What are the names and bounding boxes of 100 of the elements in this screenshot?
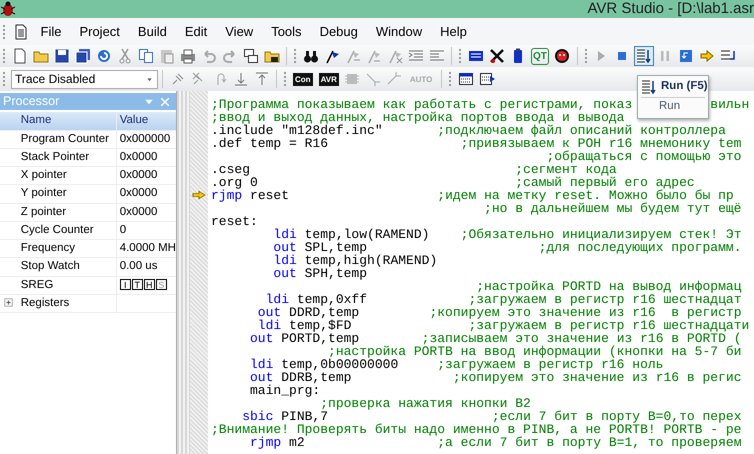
code-text: temp,$FD xyxy=(288,318,352,333)
flag-icon[interactable] xyxy=(324,48,340,64)
comment-text: ;а если 7 бит в порту B=1, то проверяем xyxy=(437,435,742,450)
code-text: SPH,temp xyxy=(304,266,368,281)
step-down-icon[interactable] xyxy=(232,71,248,87)
comment-text: ;для последующих программ. xyxy=(538,240,742,255)
code-text: .include "m128def.inc" xyxy=(211,123,384,138)
code-text: temp,high(RAMEND) xyxy=(304,253,438,268)
run-button[interactable] xyxy=(634,46,654,66)
floppy-icon[interactable] xyxy=(54,48,70,64)
run-icon xyxy=(636,48,652,64)
document-icon[interactable] xyxy=(13,24,29,40)
copy-icon[interactable] xyxy=(138,48,154,64)
comment-text: ;Внимание! Проверять биты надо именно в PINB, а не PORTB! PORTB - ре xyxy=(211,422,742,437)
menu-item[interactable]: File xyxy=(32,18,70,45)
flag-cross-icon[interactable] xyxy=(386,48,402,64)
flag-box[interactable]: H xyxy=(144,278,155,290)
flag-box[interactable]: I xyxy=(120,278,131,290)
memory-window-icon[interactable] xyxy=(458,71,474,87)
memory-step-icon[interactable] xyxy=(478,71,495,87)
flag-arrow-icon[interactable] xyxy=(344,48,360,64)
printer-icon[interactable] xyxy=(180,48,196,64)
keyword: ldi xyxy=(249,357,274,372)
flag-back-icon[interactable] xyxy=(366,48,382,64)
toolbar-button[interactable]: Con xyxy=(293,72,313,86)
menu-item[interactable]: Debug xyxy=(310,18,367,45)
floppies-icon[interactable] xyxy=(74,48,90,64)
refresh-icon[interactable] xyxy=(96,48,112,64)
code-text: temp,low(RAMEND) xyxy=(304,227,430,242)
property-name: Stack Pointer xyxy=(20,150,90,163)
keyword: out xyxy=(249,331,274,346)
panel-title: Processor xyxy=(3,93,60,110)
toolbar-button[interactable]: QT xyxy=(531,48,549,64)
menu-item[interactable]: View xyxy=(216,18,262,45)
comment-text: ;ввод и выход данных, настройка портов ввода и вывода xyxy=(211,110,624,125)
property-name: Y pointer xyxy=(20,187,67,200)
trace-dropdown[interactable]: Trace Disabled xyxy=(11,70,158,88)
menu-item[interactable]: Project xyxy=(70,18,129,45)
keyword: ldi xyxy=(272,253,297,268)
tooltip-text: Run xyxy=(641,97,705,116)
keyword: ldi xyxy=(264,292,290,307)
code-text: PINB,7 xyxy=(280,409,328,424)
code-text: temp,0xff xyxy=(296,292,368,307)
flag-box[interactable]: T xyxy=(132,278,143,290)
keyword: sbic xyxy=(241,409,274,424)
keyword: out xyxy=(256,305,282,320)
comment-text: ;проверка нажатия кнопки B2 xyxy=(319,396,531,411)
menu-item[interactable]: Help xyxy=(431,18,476,45)
window-title: AVR Studio - [D:\lab1.asr xyxy=(588,0,754,18)
code-text: PORTD,temp xyxy=(280,331,360,346)
comment-text: ;если 7 бит в порту B=0,то перех xyxy=(492,409,742,424)
keyword: ldi xyxy=(256,318,282,333)
code-text: .def temp = R16 xyxy=(211,136,330,151)
tooltip-title: Run (F5) xyxy=(661,79,708,94)
clipboard-icon[interactable] xyxy=(158,48,174,64)
bug-icon[interactable] xyxy=(554,48,570,64)
new-file-icon[interactable] xyxy=(12,48,28,64)
comment-text: ;идем на метку reset. Можно было бы пр xyxy=(437,188,734,203)
menu-item[interactable]: Edit xyxy=(176,18,216,45)
menu-item[interactable]: Tools xyxy=(262,18,311,45)
keyword: rjmp xyxy=(211,188,242,203)
property-name: Registers xyxy=(20,296,70,309)
binoculars-icon[interactable] xyxy=(302,48,318,64)
comment-text: ;настройка PORTD на вывод информац xyxy=(475,279,742,294)
property-value: 0x000000 xyxy=(120,132,170,144)
comment-text: ;обращаться с помощью это xyxy=(546,149,742,164)
comment-text: ;загружаем в регистр r16 шестнадцат xyxy=(468,292,742,307)
property-name: Frequency xyxy=(20,242,76,254)
menu-item[interactable]: Build xyxy=(128,18,176,45)
code-text: m2 xyxy=(288,435,305,450)
scissors-icon[interactable] xyxy=(116,48,132,64)
comment-text: ;копируем это значение из r16 в регис xyxy=(452,370,742,385)
comment-text: ;Программа показываем как работать с регистрами, показ xyxy=(211,97,632,112)
property-name: SREG xyxy=(20,278,54,290)
comment-text: ;привязываем к РОН r16 мнемонику tem xyxy=(460,136,742,151)
code-text: reset xyxy=(249,188,290,203)
property-value: 0.00 us xyxy=(120,260,158,272)
comment-text: ;сегмент кода xyxy=(515,162,617,177)
run-icon xyxy=(641,78,657,95)
comment-text: ;но в дальнейшем мы будем тут ещё xyxy=(483,201,742,216)
arrow-right-icon[interactable] xyxy=(699,48,716,64)
property-name: Program Counter xyxy=(20,132,109,144)
keyword: ldi xyxy=(272,227,297,242)
comment-text: ;копируем это значение из r16 в регистр xyxy=(429,305,742,320)
property-value: 0x0000 xyxy=(120,169,158,181)
property-name: Stop Watch xyxy=(20,260,80,272)
property-name: Cycle Counter xyxy=(20,224,94,236)
windows-icon[interactable] xyxy=(242,48,258,64)
property-value: 0x0000 xyxy=(120,206,158,218)
property-name: Z pointer xyxy=(20,206,66,218)
board-icon[interactable] xyxy=(468,48,484,64)
keyword: out xyxy=(272,266,297,281)
step-up-icon[interactable] xyxy=(254,71,270,87)
expand-icon[interactable] xyxy=(3,297,14,308)
reset-icon[interactable] xyxy=(678,48,694,64)
menu-item[interactable]: Window xyxy=(366,18,432,45)
toolbar-button[interactable]: AVR xyxy=(318,72,339,86)
comment-text: ;загружаем в регистр r16 шестнадцати xyxy=(468,318,750,333)
comment-text: ;загружаем в регистр r16 ноль xyxy=(437,357,664,372)
code-text: DDRB,temp xyxy=(281,370,352,385)
